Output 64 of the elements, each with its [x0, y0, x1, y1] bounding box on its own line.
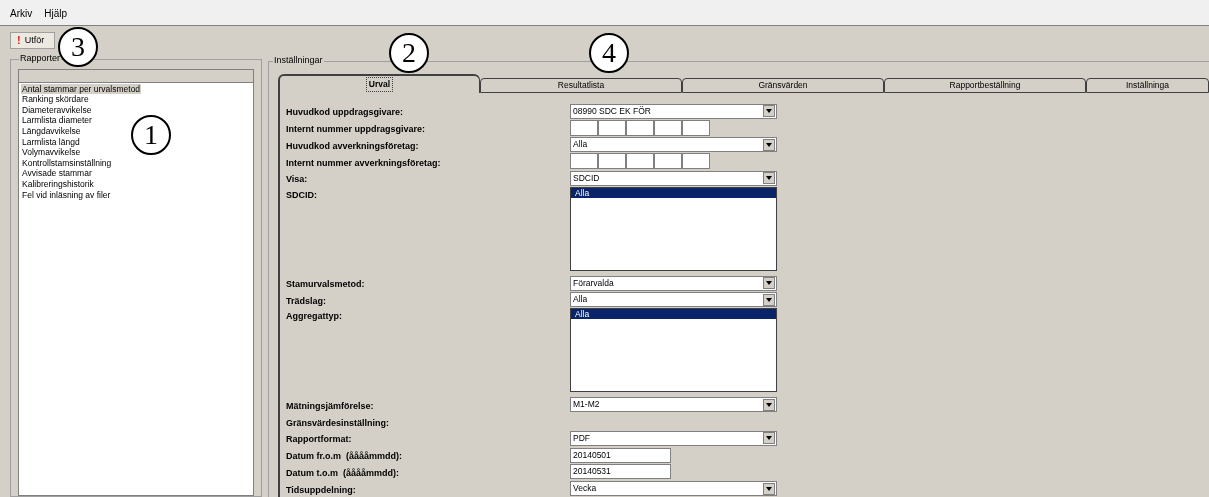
input-field[interactable] [570, 153, 598, 170]
field-label: Internt nummer avverkningsföretag: [286, 156, 442, 170]
field-label: Stamurvalsmetod: [286, 278, 366, 292]
field-label: Datum t.o.m (ååååmmdd): [286, 467, 400, 481]
tab[interactable]: Resultatlista [480, 77, 682, 93]
group-title: Rapporter [19, 52, 62, 64]
input-field[interactable] [626, 119, 654, 136]
input-field[interactable] [654, 119, 682, 136]
field-label: Huvudkod avverkningsföretag: [286, 139, 420, 153]
input-field[interactable] [598, 119, 626, 136]
input-field[interactable] [570, 119, 598, 136]
field-label: Tidsuppdelning: [286, 483, 357, 497]
input-field[interactable] [654, 153, 682, 170]
tab[interactable]: Rapportbeställning [884, 77, 1086, 93]
dropdown[interactable]: SDCID [570, 170, 777, 186]
input-field[interactable]: 20140501 [570, 447, 671, 463]
dropdown[interactable]: PDF [570, 430, 777, 446]
field-label: Internt nummer uppdragsgivare: [286, 123, 427, 137]
input-field[interactable] [598, 153, 626, 170]
report-item[interactable]: Fel vid inläsning av filer [21, 189, 112, 201]
list-box[interactable]: Alla [570, 186, 777, 271]
callout-number: 2 [389, 33, 429, 73]
report-item[interactable]: Kalibreringshistorik [21, 179, 95, 190]
field-label: Aggregattyp: [286, 310, 343, 324]
report-item[interactable]: Larmlista diameter [21, 115, 93, 126]
tab[interactable]: Inställninga [1086, 77, 1209, 93]
group-title: Inställningar [273, 54, 324, 66]
run-button[interactable]: ! Utför [10, 31, 55, 49]
field-label: Trädslag: [286, 295, 327, 309]
report-list[interactable] [18, 68, 254, 496]
input-field[interactable] [682, 119, 710, 136]
list-option[interactable]: Alla [571, 187, 776, 198]
field-label: Gränsvärdesinställning: [286, 416, 391, 430]
input-field[interactable] [682, 153, 710, 170]
dropdown[interactable]: Alla [570, 292, 777, 308]
input-field[interactable]: 20140531 [570, 464, 671, 480]
list-option[interactable]: Alla [571, 309, 776, 320]
dropdown[interactable]: Förarvalda [570, 275, 777, 291]
menu-item[interactable]: Hjälp [44, 8, 68, 20]
exclamation-icon: ! [17, 34, 21, 46]
field-label: Mätningsjämförelse: [286, 399, 375, 413]
list-box[interactable]: Alla [570, 308, 777, 393]
report-item[interactable]: Längdavvikelse [21, 126, 82, 137]
tab[interactable]: Gränsvärden [682, 77, 884, 93]
report-item[interactable]: Antal stammar per urvalsmetod [21, 83, 142, 95]
dropdown[interactable]: Vecka [570, 481, 777, 497]
report-item[interactable]: Volymavvikelse [21, 147, 82, 158]
report-item[interactable]: Larmlista längd [21, 136, 81, 148]
report-item[interactable]: Diameteravvikelse [21, 104, 93, 116]
report-item[interactable]: Avvisade stammar [21, 168, 93, 179]
dropdown[interactable]: 08990 SDC EK FÖR [570, 103, 777, 119]
menu-item[interactable]: Arkiv [10, 8, 33, 20]
dropdown[interactable]: Alla [570, 137, 777, 153]
report-item[interactable]: Kontrollstamsinställning [21, 157, 113, 169]
report-item[interactable]: Ranking skördare [21, 94, 90, 105]
tab[interactable]: Urval [278, 73, 480, 93]
field-label: Rapportformat: [286, 433, 353, 447]
field-label: SDCID: [286, 188, 318, 202]
field-label: Huvudkod uppdragsgivare: [286, 106, 404, 120]
callout-number: 4 [589, 33, 629, 73]
field-label: Datum fr.o.m (ååååmmdd): [286, 450, 404, 464]
dropdown[interactable]: M1-M2 [570, 397, 777, 413]
input-field[interactable] [626, 153, 654, 170]
field-label: Visa: [286, 173, 309, 187]
